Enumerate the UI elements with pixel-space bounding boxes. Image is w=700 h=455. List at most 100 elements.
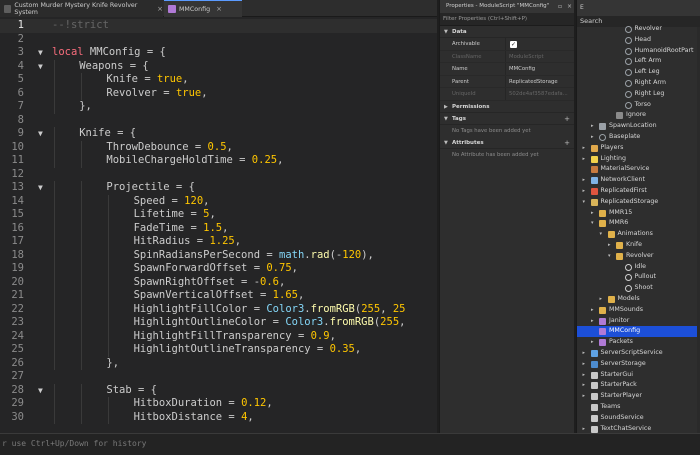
explorer-item[interactable]: ▸ ServerStorage [577, 359, 700, 370]
data-section-header[interactable]: ▼ Data [440, 26, 574, 38]
code-line[interactable]: 24 HighlightFillTransparency = 0.9, [0, 329, 437, 343]
code-line[interactable]: 5 Knife = true, [0, 73, 437, 87]
explorer-item[interactable]: ▸ ServerScriptService [577, 348, 700, 359]
explorer-item[interactable]: ▸ TextChatService [577, 424, 700, 433]
explorer-item[interactable]: Left Leg [577, 67, 700, 78]
code-line[interactable]: 20 SpawnRightOffset = -0.6, [0, 275, 437, 289]
property-row-uniqueid[interactable]: UniqueId 502de4af3587edafa... [440, 88, 574, 101]
chevron-right-icon[interactable]: ▸ [583, 143, 586, 154]
explorer-item[interactable]: ▸ Players [577, 143, 700, 154]
chevron-right-icon[interactable]: ▸ [583, 391, 586, 402]
archivable-checkbox[interactable]: ✓ [510, 41, 517, 48]
explorer-item[interactable]: ▸ Janitor [577, 316, 700, 327]
chevron-right-icon[interactable]: ▸ [583, 154, 586, 165]
explorer-item[interactable]: Right Arm [577, 78, 700, 89]
code-line[interactable]: 7}, [0, 100, 437, 114]
explorer-item[interactable]: Head [577, 35, 700, 46]
command-bar[interactable]: r use Ctrl+Up/Down for history [0, 433, 700, 455]
explorer-item[interactable]: ▸ Packets [577, 337, 700, 348]
explorer-item[interactable]: ▸ MMSounds [577, 305, 700, 316]
chevron-right-icon[interactable]: ▸ [583, 380, 586, 391]
explorer-item[interactable]: Revolver [577, 24, 700, 35]
fold-toggle-icon[interactable]: ▼ [38, 60, 43, 74]
explorer-item[interactable]: ▸ ReplicatedFirst [577, 186, 700, 197]
tags-section-header[interactable]: ▼ Tags + [440, 112, 574, 125]
fold-toggle-icon[interactable]: ▼ [38, 181, 43, 195]
explorer-item[interactable]: Torso [577, 100, 700, 111]
chevron-right-icon[interactable]: ▸ [600, 294, 603, 305]
explorer-item[interactable]: ▸ Knife [577, 240, 700, 251]
chevron-right-icon[interactable]: ▸ [583, 359, 586, 370]
tab-custom-murder-mystery[interactable]: Custom Murder Mystery Knife Revolver Sys… [0, 0, 163, 17]
property-value[interactable]: ReplicatedStorage [509, 76, 558, 89]
property-row-archivable[interactable]: Archivable ✓ [440, 38, 574, 51]
explorer-item[interactable]: MMConfig [577, 326, 700, 338]
code-line[interactable]: 11 MobileChargeHoldTime = 0.25, [0, 154, 437, 168]
property-row-name[interactable]: Name MMConfig [440, 63, 574, 76]
explorer-item[interactable]: MaterialService [577, 164, 700, 175]
close-icon[interactable]: × [567, 0, 572, 13]
code-line[interactable]: 28 ▼ Stab = { [0, 383, 437, 398]
code-line[interactable]: 16 FadeTime = 1.5, [0, 221, 437, 235]
add-attribute-icon[interactable]: + [564, 137, 570, 149]
chevron-down-icon[interactable]: ▾ [608, 251, 611, 262]
explorer-item[interactable]: ▸ StarterPlayer [577, 391, 700, 402]
property-value[interactable]: MMConfig [509, 63, 535, 76]
chevron-right-icon[interactable]: ▸ [583, 424, 586, 433]
explorer-item[interactable]: Idle [577, 262, 700, 273]
code-line[interactable]: 19 SpawnForwardOffset = 0.75, [0, 262, 437, 276]
chevron-right-icon[interactable]: ▸ [591, 208, 594, 219]
code-line[interactable]: 14 Speed = 120, [0, 194, 437, 208]
explorer-item[interactable]: ▸ MMR15 [577, 208, 700, 219]
add-tag-icon[interactable]: + [564, 113, 570, 125]
chevron-right-icon[interactable]: ▸ [591, 337, 594, 348]
code-area[interactable]: 1 --!strict 2 3 ▼ local MMConfig = {4 ▼ Weapons… [0, 17, 437, 433]
code-line[interactable]: 6 Revolver = true, [0, 86, 437, 100]
code-line[interactable]: 13 ▼ Projectile = { [0, 181, 437, 195]
permissions-section-header[interactable]: ▶ Permissions [440, 100, 574, 113]
code-line[interactable]: 23 HighlightOutlineColor = Color3.fromRGB… [0, 316, 437, 330]
chevron-right-icon[interactable]: ▸ [591, 305, 594, 316]
explorer-item[interactable]: Left Arm [577, 56, 700, 67]
explorer-item[interactable]: ▸ StarterPack [577, 380, 700, 391]
code-line[interactable]: 8 [0, 114, 437, 128]
chevron-right-icon[interactable]: ▸ [591, 316, 594, 327]
fold-toggle-icon[interactable]: ▼ [38, 127, 43, 141]
code-line[interactable]: 10 ThrowDebounce = 0.5, [0, 140, 437, 154]
code-line[interactable]: 30 HitboxDistance = 4, [0, 410, 437, 424]
tab-mmconfig[interactable]: MMConfig × [164, 0, 242, 17]
chevron-down-icon[interactable]: ▾ [591, 218, 594, 229]
code-line[interactable]: 29 HitboxDuration = 0.12, [0, 397, 437, 411]
code-line[interactable]: 22 HighlightFillColor = Color3.fromRGB(25… [0, 302, 437, 316]
code-line[interactable]: 25 HighlightOutlineTransparency = 0.35, [0, 343, 437, 357]
code-line[interactable]: 2 [0, 33, 437, 47]
explorer-item[interactable]: ▾ Revolver [577, 251, 700, 262]
chevron-right-icon[interactable]: ▸ [608, 240, 611, 251]
code-line[interactable]: 18 SpinRadiansPerSecond = math.rad(-120), [0, 248, 437, 262]
property-row-parent[interactable]: Parent ReplicatedStorage [440, 75, 574, 89]
explorer-item[interactable]: ▸ SpawnLocation [577, 121, 700, 132]
chevron-right-icon[interactable]: ▸ [583, 186, 586, 197]
fold-toggle-icon[interactable]: ▼ [38, 46, 43, 60]
chevron-down-icon[interactable]: ▾ [600, 229, 603, 240]
code-line[interactable]: 12 [0, 168, 437, 182]
filter-properties-input[interactable]: Filter Properties (Ctrl+Shift+P) [440, 13, 574, 26]
script-editor[interactable]: Custom Murder Mystery Knife Revolver Sys… [0, 0, 437, 433]
chevron-right-icon[interactable]: ▸ [583, 370, 586, 381]
fold-toggle-icon[interactable]: ▼ [38, 384, 43, 398]
explorer-item[interactable]: ▸ Baseplate [577, 132, 700, 143]
explorer-item[interactable]: Ignore [577, 110, 700, 121]
code-line[interactable]: 1 --!strict [0, 19, 437, 33]
close-icon[interactable]: × [216, 5, 222, 13]
code-line[interactable]: 17 HitRadius = 1.25, [0, 235, 437, 249]
close-icon[interactable]: × [157, 5, 163, 13]
chevron-down-icon[interactable]: ▾ [583, 197, 586, 208]
property-row-classname[interactable]: ClassName ModuleScript [440, 50, 574, 63]
explorer-item[interactable]: ▾ Animations [577, 229, 700, 240]
explorer-item[interactable]: SoundService [577, 413, 700, 424]
code-line[interactable]: 27 [0, 370, 437, 384]
code-line[interactable]: 3 ▼ local MMConfig = { [0, 46, 437, 60]
attributes-section-header[interactable]: ▼ Attributes + [440, 136, 574, 149]
explorer-item[interactable]: ▸ Models [577, 294, 700, 305]
explorer-item[interactable]: ▸ Lighting [577, 154, 700, 165]
